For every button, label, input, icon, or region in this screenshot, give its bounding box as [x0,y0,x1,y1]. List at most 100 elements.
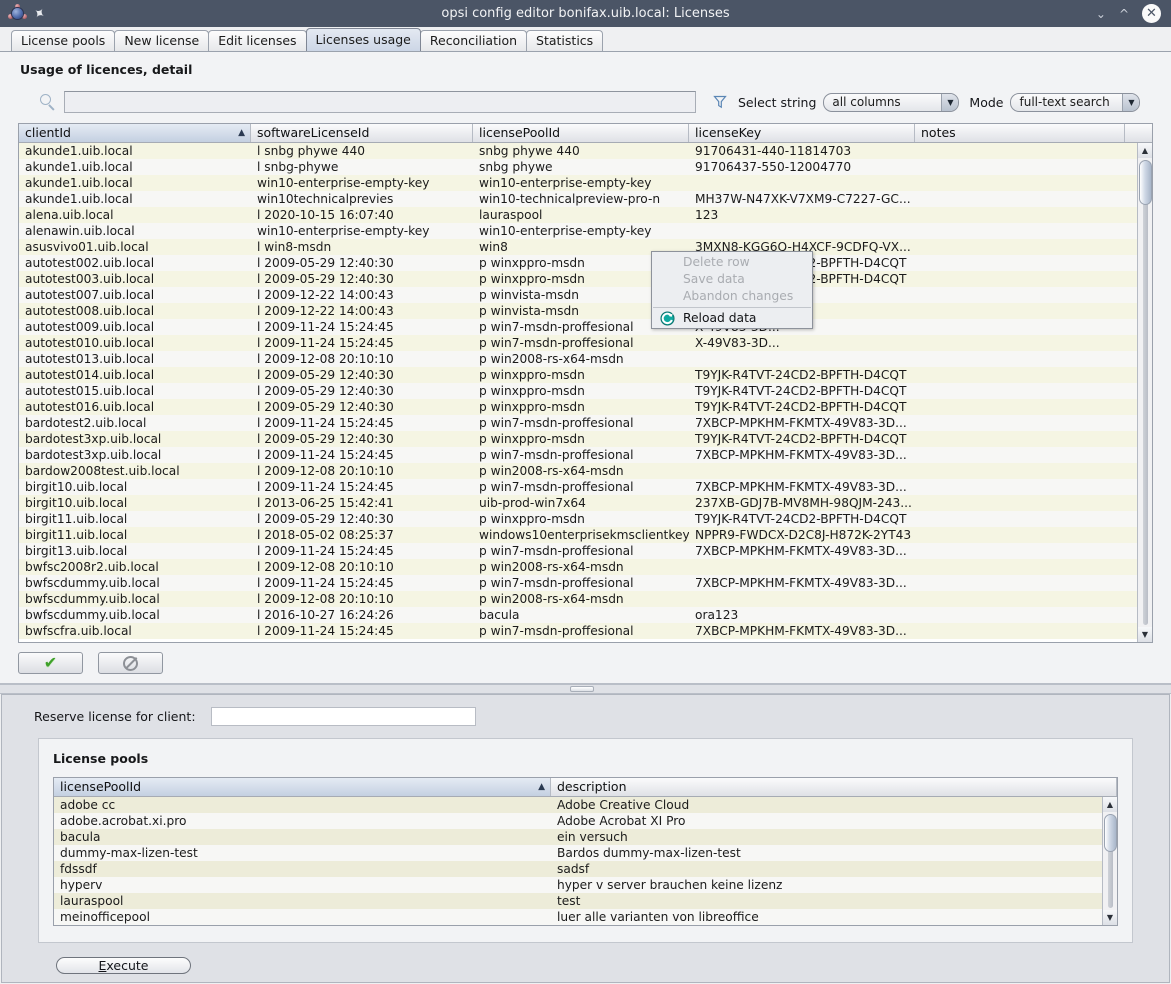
table-cell: bacula [60,830,101,844]
list-item[interactable]: fdssdf sadsf [54,861,1117,877]
scroll-down-icon[interactable]: ▼ [1137,627,1152,642]
table-row[interactable]: birgit13.uib.local l 2009-11-24 15:24:45 p… [19,543,1152,559]
table-cell [915,255,1125,271]
list-item[interactable]: lauraspool test [54,893,1117,909]
execute-button[interactable]: Execute [56,957,191,974]
table-cell: Adobe Acrobat XI Pro [557,814,686,828]
column-header-pool-description[interactable]: description [551,778,1117,796]
scrollbar-track[interactable] [1138,158,1153,627]
license-pools-scrollbar[interactable]: ▲ ▼ [1102,797,1117,925]
table-cell [915,511,1125,527]
table-row[interactable]: alena.uib.local l 2020-10-15 16:07:40 laur… [19,207,1152,223]
close-icon[interactable]: ✕ [1142,4,1161,23]
chevron-down-icon[interactable]: ▼ [1122,93,1140,111]
table-row[interactable]: akunde1.uib.local win10technicalprevies wi… [19,191,1152,207]
column-header-notes[interactable]: notes [915,124,1125,142]
table-cell: l 2018-05-02 08:25:37 [257,528,394,542]
scrollbar-track[interactable] [1103,812,1118,910]
table-cell: l snbg-phywe [257,160,339,174]
table-row[interactable]: bwfscdummy.uib.local l 2016-10-27 16:24:2… [19,607,1152,623]
table-row[interactable]: bardow2008test.uib.local l 2009-12-08 20:… [19,463,1152,479]
tab-new-license[interactable]: New license [114,30,210,51]
list-item[interactable]: hyperv hyper v server brauchen keine lize… [54,877,1117,893]
scroll-up-icon[interactable]: ▲ [1137,143,1152,158]
context-menu-item-abandon-changes[interactable]: Abandon changes [652,288,812,305]
table-row[interactable]: bwfsc2008r2.uib.local l 2009-12-08 20:10:… [19,559,1152,575]
table-row[interactable]: bwfscdummy.uib.local l 2009-12-08 20:10:1… [19,591,1152,607]
table-cell: autotest008.uib.local [25,304,155,318]
table-row[interactable]: autotest014.uib.local l 2009-05-29 12:40:… [19,367,1152,383]
reserve-client-input[interactable] [211,708,475,725]
table-cell [915,575,1125,591]
context-menu-item-delete-row[interactable]: Delete row [652,254,812,271]
table-row[interactable]: birgit10.uib.local l 2009-11-24 15:24:45 p… [19,479,1152,495]
reserve-client-input-wrapper[interactable] [210,707,476,726]
table-row[interactable]: autotest008.uib.local l 2009-12-22 14:00:… [19,303,1152,319]
column-header-licensepoolid[interactable]: licensePoolId [473,124,689,142]
tab-license-pools[interactable]: License pools [11,30,116,51]
table-row[interactable]: autotest003.uib.local l 2009-05-29 12:40:… [19,271,1152,287]
splitter-grip[interactable] [570,686,594,692]
table-cell: sadsf [557,862,590,876]
tab-statistics[interactable]: Statistics [526,30,604,51]
list-item[interactable]: adobe.acrobat.xi.pro Adobe Acrobat XI Pro [54,813,1117,829]
table-cell: birgit10.uib.local [25,480,128,494]
table-cell [915,415,1125,431]
list-item[interactable]: meinofficepool luer alle varianten von li… [54,909,1117,925]
tab-licenses-usage[interactable]: Licenses usage [305,28,421,51]
table-cell: 7XBCP-MPKHM-FKMTX-49V83-3D... [695,624,907,638]
scroll-down-icon[interactable]: ▼ [1102,910,1117,925]
column-header-clientid[interactable]: clientId ▲ [19,124,251,142]
context-menu-item-save-data[interactable]: Save data [652,271,812,288]
table-cell [915,319,1125,335]
tab-edit-licenses[interactable]: Edit licenses [208,30,307,51]
chevron-down-icon[interactable]: ▼ [941,93,959,111]
table-row[interactable]: birgit10.uib.local l 2013-06-25 15:42:41 u… [19,495,1152,511]
list-item[interactable]: bacula ein versuch [54,829,1117,845]
table-row[interactable]: autotest007.uib.local l 2009-12-22 14:00:… [19,287,1152,303]
table-row[interactable]: bwfscdummy.uib.local l 2009-11-24 15:24:4… [19,575,1152,591]
table-row[interactable]: autotest015.uib.local l 2009-05-29 12:40:… [19,383,1152,399]
scroll-up-icon[interactable]: ▲ [1102,797,1117,812]
table-row[interactable]: autotest013.uib.local l 2009-12-08 20:10:… [19,351,1152,367]
table-row[interactable]: autotest009.uib.local l 2009-11-24 15:24:… [19,319,1152,335]
search-input[interactable] [65,92,695,112]
table-row[interactable]: birgit11.uib.local l 2009-05-29 12:40:30 p… [19,511,1152,527]
mode-dropdown[interactable]: full-text search ▼ [1010,92,1141,112]
column-header-pool-licensepoolid[interactable]: licensePoolId ▲ [54,778,551,796]
table-row[interactable]: bardotest2.uib.local l 2009-11-24 15:24:4… [19,415,1152,431]
table-row[interactable]: bardotest3xp.uib.local l 2009-05-29 12:40… [19,431,1152,447]
context-menu-item-reload-data[interactable]: Reload data [652,310,812,327]
confirm-button[interactable]: ✔ [18,652,83,674]
scrollbar-thumb[interactable] [1103,814,1117,852]
table-row[interactable]: birgit11.uib.local l 2018-05-02 08:25:37 w… [19,527,1152,543]
maximize-icon[interactable]: ^ [1119,8,1129,20]
table-row[interactable]: alenawin.uib.local win10-enterprise-empty… [19,223,1152,239]
pane-splitter[interactable] [0,684,1171,694]
table-cell: bardow2008test.uib.local [25,464,180,478]
minimize-icon[interactable]: ⌄ [1096,8,1106,20]
list-item[interactable]: adobe cc Adobe Creative Cloud [54,797,1117,813]
column-header-licensekey[interactable]: licenseKey [689,124,915,142]
cancel-button[interactable] [98,652,163,674]
table-cell: 237XB-GDJ7B-MV8MH-98QJM-243... [695,496,912,510]
filter-funnel-icon[interactable] [712,94,728,110]
table-row[interactable]: akunde1.uib.local l snbg phywe 440 snbg ph… [19,143,1152,159]
table-row[interactable]: akunde1.uib.local l snbg-phywe snbg phywe 9… [19,159,1152,175]
table-row[interactable]: bwfscfra.uib.local l 2009-11-24 15:24:45 p… [19,623,1152,639]
table-cell: p win2008-rs-x64-msdn [479,560,624,574]
table-row[interactable]: akunde1.uib.local win10-enterprise-empty-… [19,175,1152,191]
scrollbar-thumb[interactable] [1138,160,1152,205]
list-item[interactable]: dummy-max-lizen-test Bardos dummy-max-liz… [54,845,1117,861]
table-row[interactable]: autotest010.uib.local l 2009-11-24 15:24:… [19,335,1152,351]
search-input-wrapper[interactable] [64,91,696,113]
usage-table-scrollbar[interactable]: ▲ ▼ [1137,143,1152,642]
column-header-softwarelicenseid[interactable]: softwareLicenseId [251,124,473,142]
table-row[interactable]: asusvivo01.uib.local l win8-msdn win8 3MXN8… [19,239,1152,255]
pin-icon[interactable]: ✦ [29,4,48,24]
table-row[interactable]: bardotest3xp.uib.local l 2009-11-24 15:24… [19,447,1152,463]
select-string-dropdown[interactable]: all columns ▼ [823,92,960,112]
tab-reconciliation[interactable]: Reconciliation [419,30,528,51]
table-row[interactable]: autotest002.uib.local l 2009-05-29 12:40:… [19,255,1152,271]
table-row[interactable]: autotest016.uib.local l 2009-05-29 12:40:… [19,399,1152,415]
